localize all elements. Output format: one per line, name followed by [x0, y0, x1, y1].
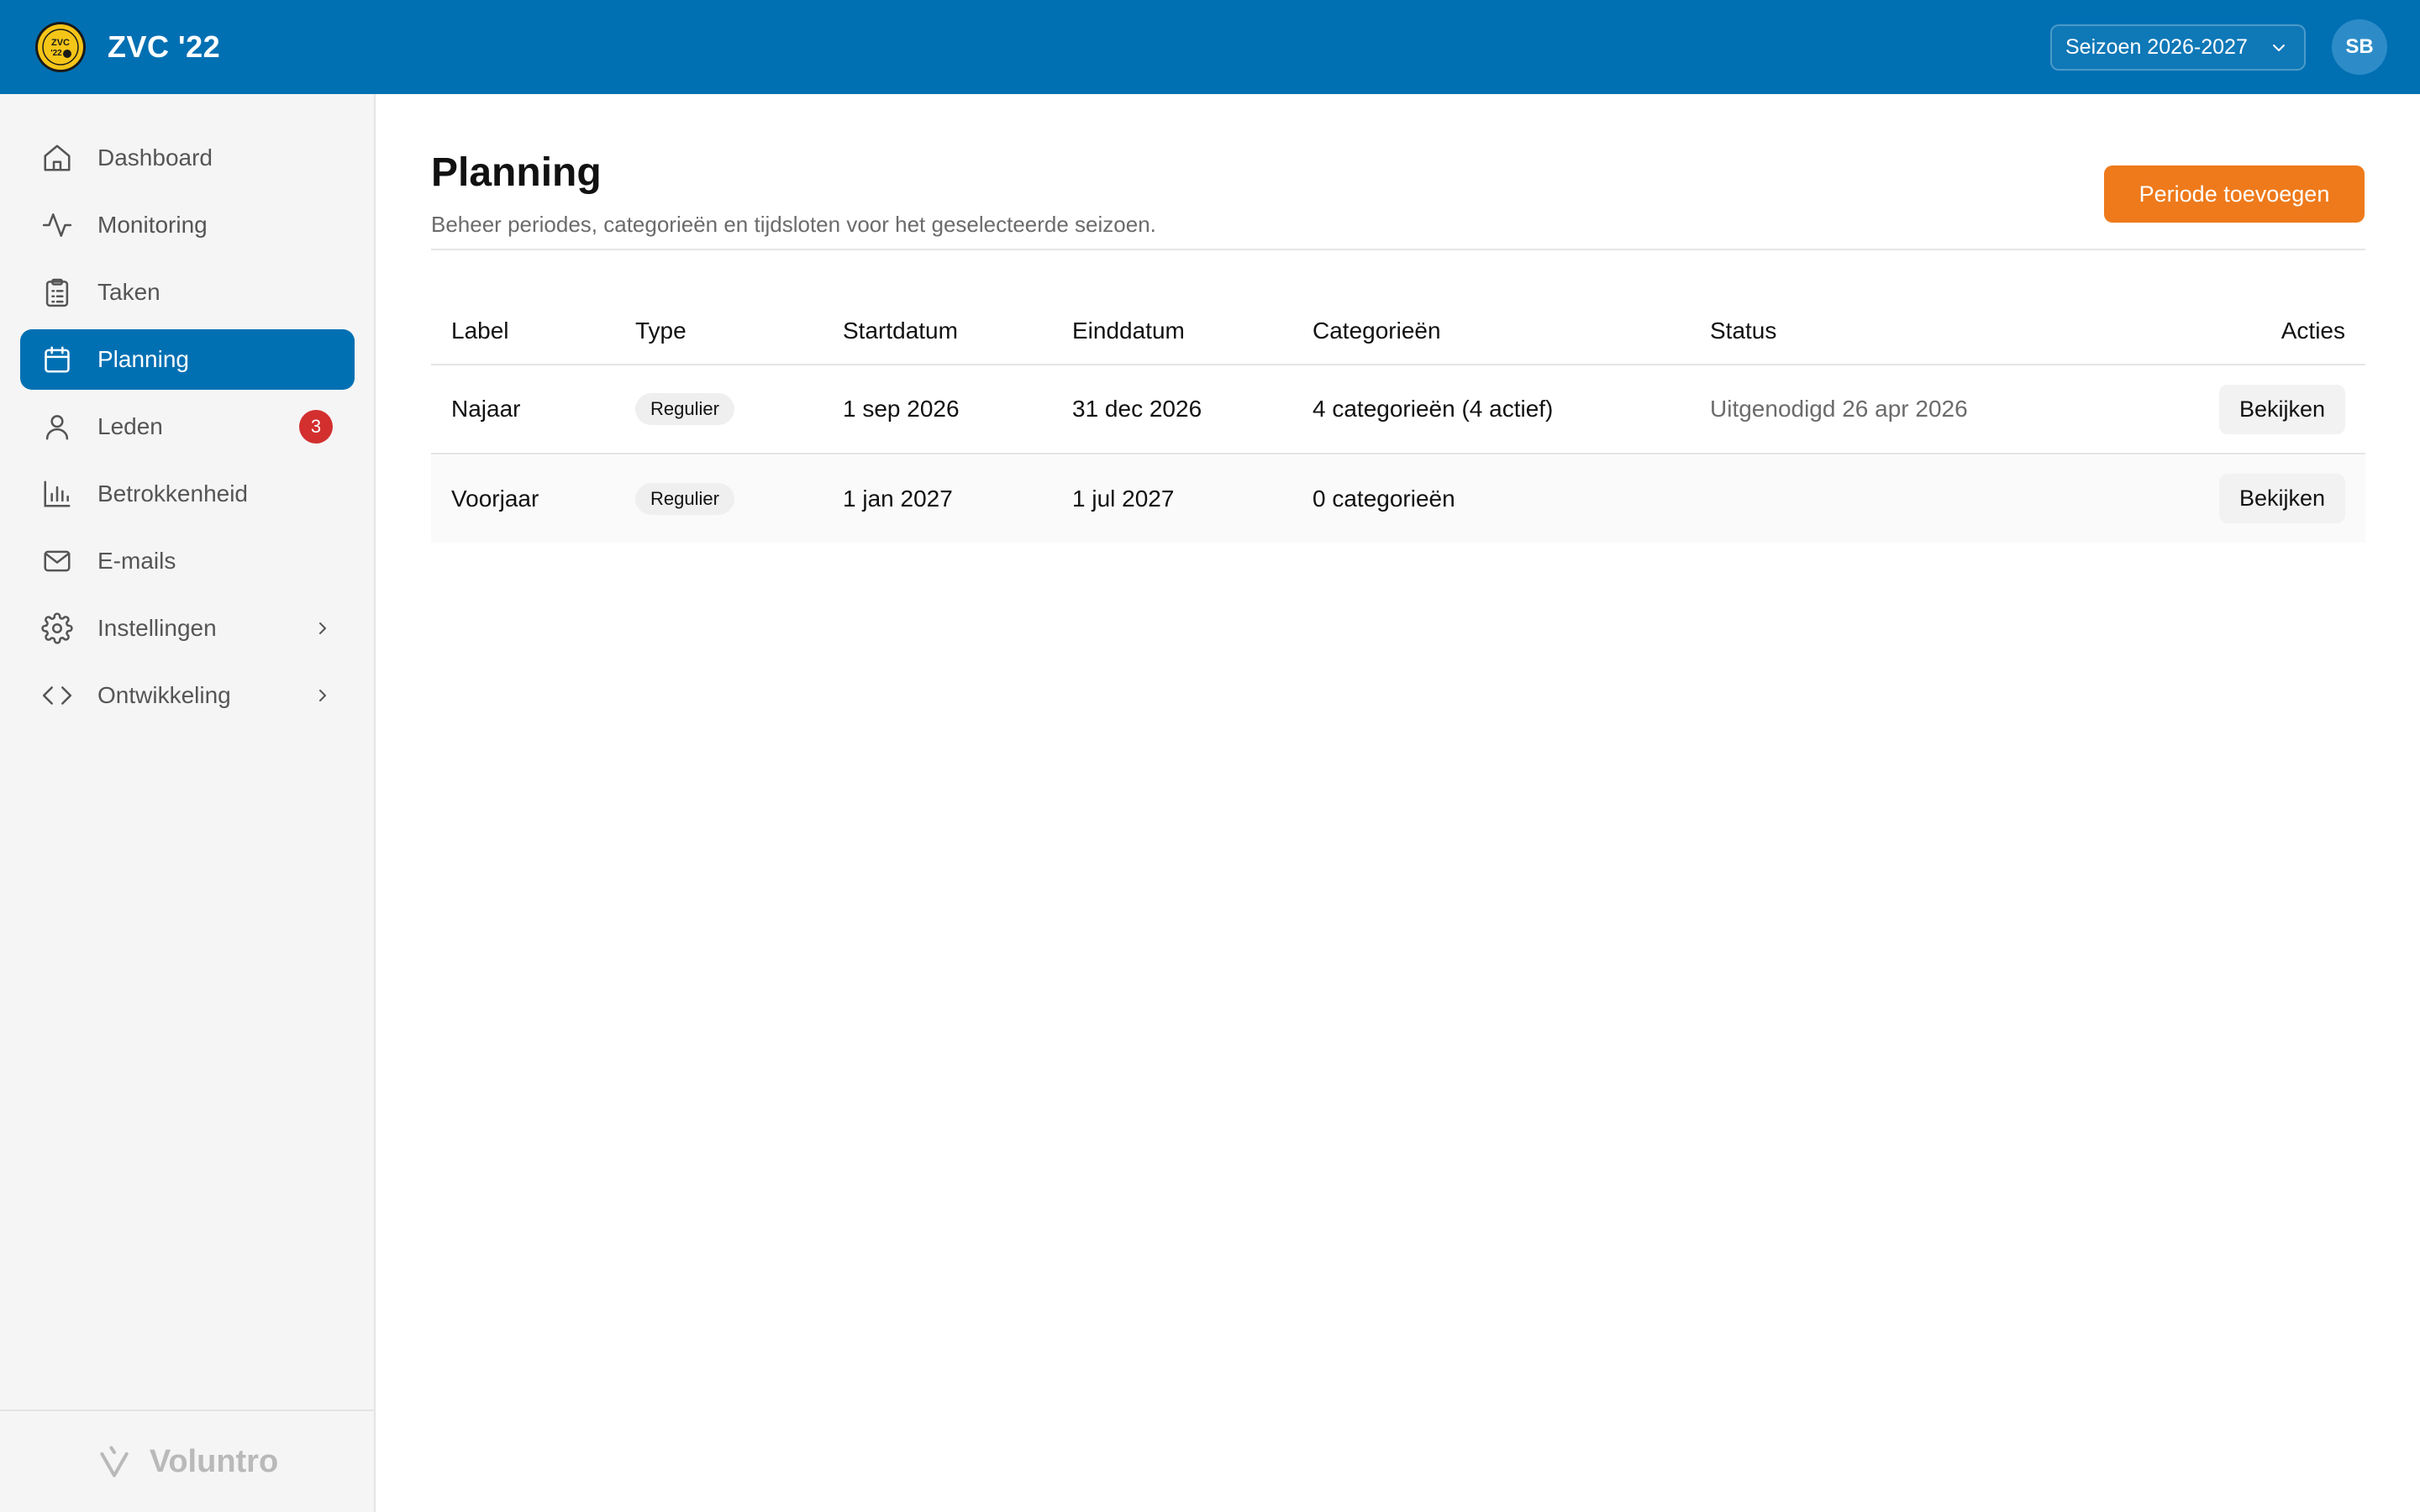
chevron-right-icon	[319, 622, 326, 634]
sidebar-item-label: Taken	[97, 279, 160, 305]
sidebar-item-label: Betrokkenheid	[97, 480, 249, 507]
sidebar-item-label: E-mails	[97, 548, 176, 574]
avatar[interactable]: SB	[2332, 19, 2387, 75]
user-icon	[40, 410, 74, 444]
cell-start-date: 1 jan 2027	[843, 485, 953, 512]
clipboard-icon	[40, 276, 74, 309]
season-select[interactable]: Seizoen 2026-2027	[2050, 24, 2306, 71]
column-header-start-date[interactable]: Startdatum	[823, 297, 1052, 365]
sidebar-item-planning[interactable]: Planning	[20, 329, 355, 390]
sidebar-item-ontwikkeling[interactable]: Ontwikkeling	[20, 665, 355, 726]
sidebar-item-taken[interactable]: Taken	[20, 262, 355, 323]
cell-label: Najaar	[431, 365, 615, 454]
add-period-button[interactable]: Periode toevoegen	[2104, 165, 2365, 223]
cell-categories: 4 categorieën (4 actief)	[1292, 365, 1690, 454]
sidebar-nav: Dashboard Monitoring Taken Planning Lede	[20, 128, 355, 732]
sidebar-item-label: Leden	[97, 413, 163, 439]
sidebar-footer: Voluntro	[0, 1410, 374, 1512]
sidebar-item-label: Dashboard	[97, 144, 213, 171]
home-icon	[40, 141, 74, 175]
type-badge: Regulier	[635, 393, 734, 425]
sidebar-item-dashboard[interactable]: Dashboard	[20, 128, 355, 188]
cell-end-date: 31 dec 2026	[1052, 365, 1292, 454]
mail-icon	[40, 544, 74, 578]
cell-actions: Bekijken	[2164, 454, 2365, 543]
code-icon	[40, 679, 74, 712]
voluntro-logo-icon	[100, 1446, 129, 1478]
footer-brand: Voluntro	[149, 1443, 279, 1479]
table-row[interactable]: Najaar Regulier 1 sep 2026 31 dec 2026 4…	[431, 365, 2365, 454]
column-header-end-date[interactable]: Einddatum	[1052, 297, 1292, 365]
cell-type: Regulier	[615, 454, 823, 543]
club-logo: ZVC '22	[35, 22, 86, 72]
cell-status: Uitgenodigd 26 apr 2026	[1690, 365, 2164, 454]
sidebar-item-leden[interactable]: Leden 3	[20, 396, 355, 457]
sidebar-item-instellingen[interactable]: Instellingen	[20, 598, 355, 659]
cell-start-date: 1 sep 2026	[823, 365, 1052, 454]
top-bar: ZVC '22 ZVC '22 Seizoen 2026-2027 SB	[0, 0, 2420, 94]
brand[interactable]: ZVC '22 ZVC '22	[34, 18, 220, 76]
cell-status	[1690, 454, 2164, 543]
activity-icon	[40, 208, 74, 242]
column-header-label[interactable]: Label	[431, 297, 615, 365]
table-row[interactable]: Voorjaar Regulier 1 jan 2027 1 jul 2027 …	[431, 454, 2365, 543]
bar-chart-icon	[40, 477, 74, 511]
view-button[interactable]: Bekijken	[2218, 384, 2345, 434]
page-title: Planning	[431, 150, 602, 195]
sidebar-item-monitoring[interactable]: Monitoring	[20, 195, 355, 255]
sidebar-item-label: Instellingen	[97, 615, 217, 641]
cell-categories: 0 categorieën	[1313, 485, 1455, 512]
sidebar-item-label: Monitoring	[97, 212, 208, 238]
column-header-actions: Acties	[2164, 297, 2365, 365]
cell-label: Voorjaar	[451, 485, 539, 512]
cell-type: Regulier	[615, 365, 823, 454]
calendar-icon	[40, 343, 74, 376]
periods-table: Label Type Startdatum Einddatum Categori…	[431, 297, 2365, 543]
column-header-categories[interactable]: Categorieën	[1292, 297, 1690, 365]
chevron-right-icon	[319, 690, 326, 701]
svg-text:ZVC: ZVC	[51, 38, 70, 48]
cell-actions: Bekijken	[2164, 365, 2365, 454]
column-header-status[interactable]: Status	[1690, 297, 2164, 365]
gear-icon	[40, 612, 74, 645]
season-select-value: Seizoen 2026-2027	[2065, 35, 2248, 59]
column-header-type[interactable]: Type	[615, 297, 823, 365]
sidebar: Dashboard Monitoring Taken Planning Lede	[0, 94, 376, 1512]
notification-badge: 3	[299, 410, 333, 444]
type-badge: Regulier	[635, 482, 734, 515]
view-button[interactable]: Bekijken	[2218, 474, 2345, 523]
sidebar-item-label: Planning	[97, 346, 189, 372]
svg-text:'22: '22	[50, 49, 62, 58]
chevron-down-icon	[2273, 45, 2285, 51]
app-name: ZVC '22	[108, 29, 221, 64]
sidebar-item-betrokkenheid[interactable]: Betrokkenheid	[20, 464, 355, 524]
sidebar-item-label: Ontwikkeling	[97, 682, 231, 708]
page-subtitle: Beheer periodes, categorieën en tijdslot…	[431, 212, 1156, 237]
sidebar-item-e-mails[interactable]: E-mails	[20, 531, 355, 591]
divider	[431, 249, 2365, 250]
table-header-row: Label Type Startdatum Einddatum Categori…	[431, 297, 2365, 365]
cell-end-date: 1 jul 2027	[1072, 485, 1175, 512]
